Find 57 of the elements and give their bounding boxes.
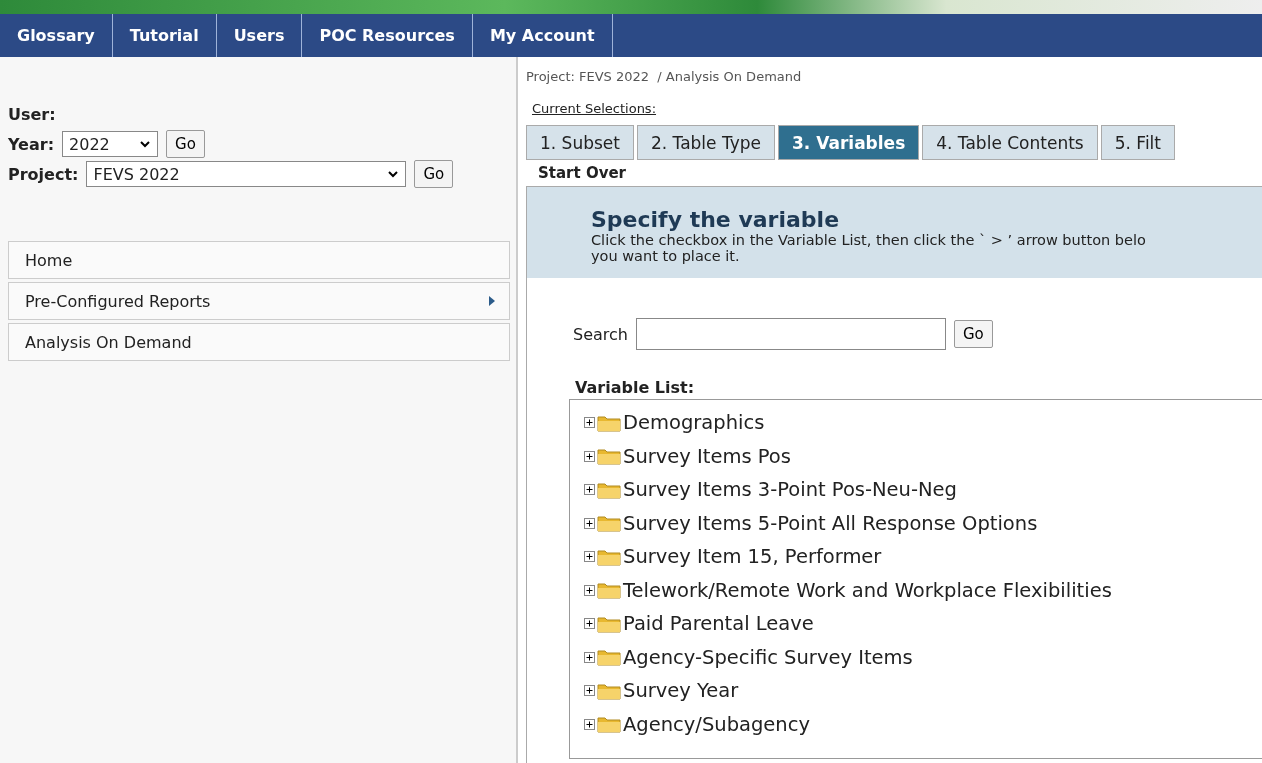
variable-list-label: Variable List: [575, 378, 696, 397]
folder-icon [597, 413, 621, 432]
project-label: Project: [8, 164, 79, 184]
folder-icon [597, 514, 621, 533]
step-tab[interactable]: 1. Subset [526, 125, 634, 160]
year-select[interactable]: 2022 [62, 131, 159, 157]
breadcrumb: Project: FEVS 2022 / Analysis On Demand [526, 69, 803, 84]
menu-item[interactable]: Home [8, 241, 510, 279]
search-field[interactable] [635, 318, 946, 350]
expand-icon[interactable] [584, 450, 595, 462]
caret-icon [387, 168, 400, 180]
tree-item[interactable]: Paid Parental Leave [623, 612, 814, 636]
folder-icon [597, 480, 621, 499]
search-label: Search [573, 324, 628, 344]
expand-icon[interactable] [584, 718, 595, 730]
go-button[interactable]: Go [953, 320, 993, 348]
expand-icon[interactable] [584, 484, 595, 496]
tree-item[interactable]: Survey Items 5-Point All Response Options [623, 511, 1038, 535]
user-label: User: [8, 104, 56, 124]
submenu-arrow-icon [489, 296, 495, 306]
tree-item[interactable]: Survey Item 15, Performer [623, 545, 882, 569]
folder-icon [597, 547, 621, 566]
tree-item[interactable]: Survey Items Pos [623, 444, 791, 468]
tree-item[interactable]: Demographics [623, 411, 765, 435]
panel-title: Specify the variable [591, 207, 841, 232]
folder-icon [597, 581, 621, 600]
expand-icon[interactable] [584, 618, 595, 630]
year-label: Year: [8, 134, 55, 154]
tree-item[interactable]: Survey Items 3-Point Pos-Neu-Neg [623, 478, 957, 502]
current-selections-link[interactable]: Current Selections: [532, 101, 657, 116]
expand-icon[interactable] [584, 417, 595, 429]
menu-item[interactable]: Analysis On Demand [8, 323, 510, 361]
menu-item[interactable]: Pre-Configured Reports [8, 282, 510, 320]
tree-item[interactable]: Telework/Remote Work and Workplace Flexibilities [623, 578, 1112, 602]
expand-icon[interactable] [584, 651, 595, 663]
go-button[interactable]: Go [166, 130, 205, 158]
expand-icon[interactable] [584, 685, 595, 697]
tree-item[interactable]: Survey Year [623, 679, 739, 703]
tree-item[interactable]: Agency-Specific Survey Items [623, 645, 913, 669]
caret-icon [139, 138, 152, 150]
folder-icon [597, 614, 621, 633]
folder-icon [597, 681, 621, 700]
folder-icon [597, 715, 621, 734]
expand-icon[interactable] [584, 551, 595, 563]
project-select[interactable]: FEVS 2022 [86, 161, 407, 187]
folder-icon [597, 447, 621, 466]
folder-icon [597, 648, 621, 667]
panel-description: Click the checkbox in the Variable List, then click the ` > ’ arrow button belo [591, 232, 1147, 248]
panel-description: you want to place it. [591, 248, 741, 264]
step-tab[interactable]: 4. Table Contents [922, 125, 1098, 160]
step-tab[interactable]: 2. Table Type [636, 125, 775, 160]
step-tab[interactable]: 3. Variables [778, 125, 920, 160]
go-button[interactable]: Go [414, 160, 454, 188]
expand-icon[interactable] [584, 517, 595, 529]
step-tab[interactable]: 5. Filt [1100, 125, 1175, 160]
tree-item[interactable]: Agency/Subagency [623, 712, 810, 736]
expand-icon[interactable] [584, 584, 595, 596]
